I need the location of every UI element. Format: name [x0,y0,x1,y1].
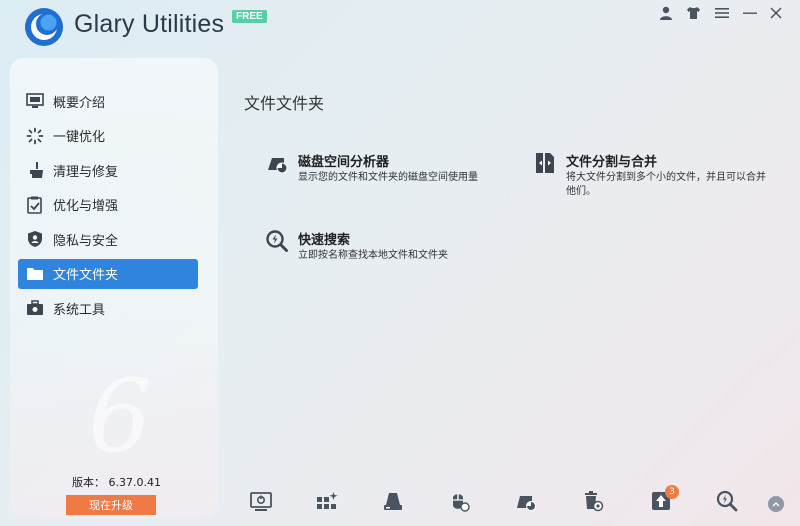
mouse-icon [453,493,470,512]
tool-name: 磁盘空间分析器 [298,155,390,170]
monitor-icon [25,91,45,111]
sidebar: 6 概要介绍 一键优化 清理与修复 优化与增强 隐私与安全 文件文件夹 系统工具… [10,58,218,518]
tshirt-icon [686,7,700,19]
sparkle-icon [25,126,45,146]
free-badge: FREE [232,10,267,23]
sidebar-item-system-tools[interactable]: 系统工具 [18,293,198,323]
quick-search-icon [716,490,738,512]
disk-analyzer-button[interactable] [513,488,539,514]
check-updates-button[interactable]: 3 [648,485,679,514]
glary-logo-icon [25,8,63,46]
sidebar-item-clean-repair[interactable]: 清理与修复 [18,155,198,185]
file-split-icon [536,153,554,173]
title-bar: Glary Utilities FREE [0,0,800,56]
disk-cleaner-icon [384,493,402,510]
tool-description: 将大文件分割到多个小的文件，并且可以合并他们。 [566,172,766,197]
bottom-toolbar: 3 [240,485,800,518]
menu-button[interactable] [712,4,732,22]
minimize-icon [743,12,757,14]
update-count-badge: 3 [665,485,679,499]
sidebar-item-label: 文件文件夹 [53,268,119,283]
disk-space-analyzer-tool[interactable]: 磁盘空间分析器 显示您的文件和文件夹的磁盘空间使用量 [265,151,505,191]
disk-analyzer-icon [517,496,536,511]
sidebar-nav: 概要介绍 一键优化 清理与修复 优化与增强 隐私与安全 文件文件夹 系统工具 [18,86,198,328]
sidebar-item-one-click[interactable]: 一键优化 [18,121,198,151]
expand-toolbar-button[interactable] [768,496,784,512]
shield-icon [25,229,45,249]
sidebar-item-label: 系统工具 [53,302,106,318]
disk-analyzer-icon [268,158,288,174]
user-icon [660,6,672,20]
app-title: Glary Utilities [74,10,225,38]
disk-cleaner-button[interactable] [380,488,406,514]
quick-search-icon [266,230,288,252]
startup-manager-icon [250,492,272,511]
chevron-up-icon [772,501,780,507]
tool-name: 文件分割与合并 [566,155,658,170]
broom-icon [25,160,45,180]
tool-description: 立即按名称查找本地文件和文件夹 [298,250,448,261]
upgrade-now-button[interactable]: 现在升级 [66,495,156,515]
tool-name: 快速搜索 [298,233,351,248]
hamburger-menu-icon [715,8,729,18]
close-icon [770,7,782,19]
toolbox-icon [25,298,45,318]
sidebar-item-label: 概要介绍 [53,95,106,111]
close-button[interactable] [766,4,786,22]
sidebar-item-label: 清理与修复 [53,164,119,180]
tool-description: 显示您的文件和文件夹的磁盘空间使用量 [298,172,478,183]
quick-search-button[interactable] [714,488,740,514]
page-title: 文件文件夹 [244,94,325,113]
sidebar-item-optimize[interactable]: 优化与增强 [18,190,198,220]
trash-gear-icon [585,491,604,512]
version-label: 版本： 6.37.0.41 [72,476,161,489]
quick-search-tool[interactable]: 快速搜索 立即按名称查找本地文件和文件夹 [265,229,505,269]
apps-grid-icon [317,492,338,509]
context-menu-manager-button[interactable] [446,488,472,514]
sidebar-item-privacy[interactable]: 隐私与安全 [18,224,198,254]
sidebar-item-overview[interactable]: 概要介绍 [18,86,198,116]
startup-manager-button[interactable] [248,488,274,514]
file-split-merge-tool[interactable]: 文件分割与合并 将大文件分割到多个小的文件，并且可以合并他们。 [533,151,783,201]
checklist-icon [25,195,45,215]
sidebar-item-label: 一键优化 [53,130,106,145]
folder-icon [25,264,45,284]
sidebar-item-label: 隐私与安全 [53,233,119,249]
uninstall-manager-button[interactable] [580,488,606,514]
skin-button[interactable] [683,4,703,22]
apps-manager-button[interactable] [314,488,340,514]
sidebar-item-files-folders[interactable]: 文件文件夹 [18,258,198,289]
user-account-button[interactable] [656,4,676,22]
version-watermark-decoration: 6 [88,358,152,475]
sidebar-item-label: 优化与增强 [53,199,119,214]
minimize-button[interactable] [740,4,760,22]
